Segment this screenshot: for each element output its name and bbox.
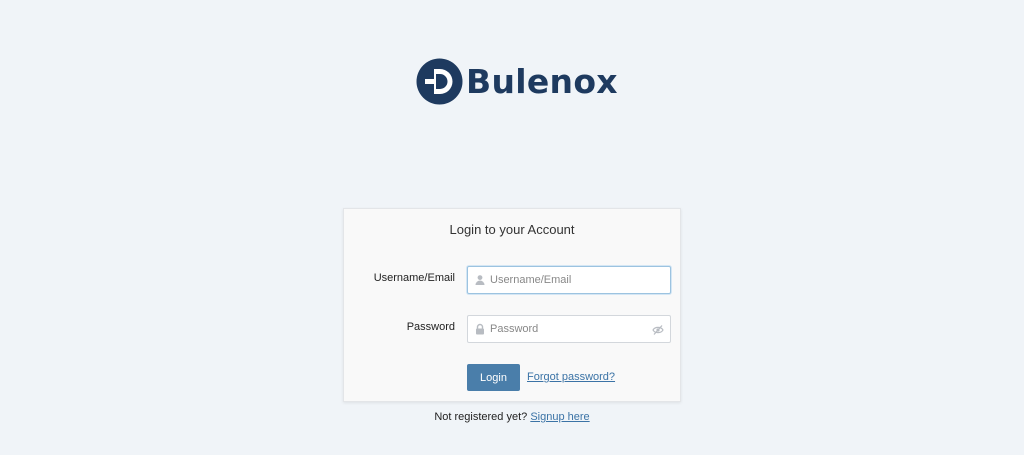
password-input[interactable]: [490, 316, 650, 342]
bulenox-logo-icon: [416, 58, 463, 105]
brand-logo: Bulenox: [416, 58, 618, 105]
username-label: Username/Email: [373, 272, 455, 284]
brand-name: Bulenox: [466, 62, 618, 101]
signup-row: Not registered yet? Signup here: [0, 411, 1024, 423]
signup-link[interactable]: Signup here: [530, 411, 589, 423]
password-label: Password: [406, 321, 455, 333]
password-field[interactable]: [467, 315, 671, 343]
card-title: Login to your Account: [449, 222, 575, 237]
login-button[interactable]: Login: [467, 364, 520, 391]
username-field[interactable]: [467, 266, 671, 294]
lock-icon: [476, 323, 484, 335]
signup-prompt: Not registered yet?: [434, 411, 528, 423]
forgot-password-link[interactable]: Forgot password?: [527, 371, 615, 383]
eye-slash-icon[interactable]: [652, 324, 664, 336]
user-icon: [475, 275, 485, 285]
login-card: Login to your Account Username/Email Pas…: [343, 208, 681, 402]
username-input[interactable]: [490, 267, 650, 293]
